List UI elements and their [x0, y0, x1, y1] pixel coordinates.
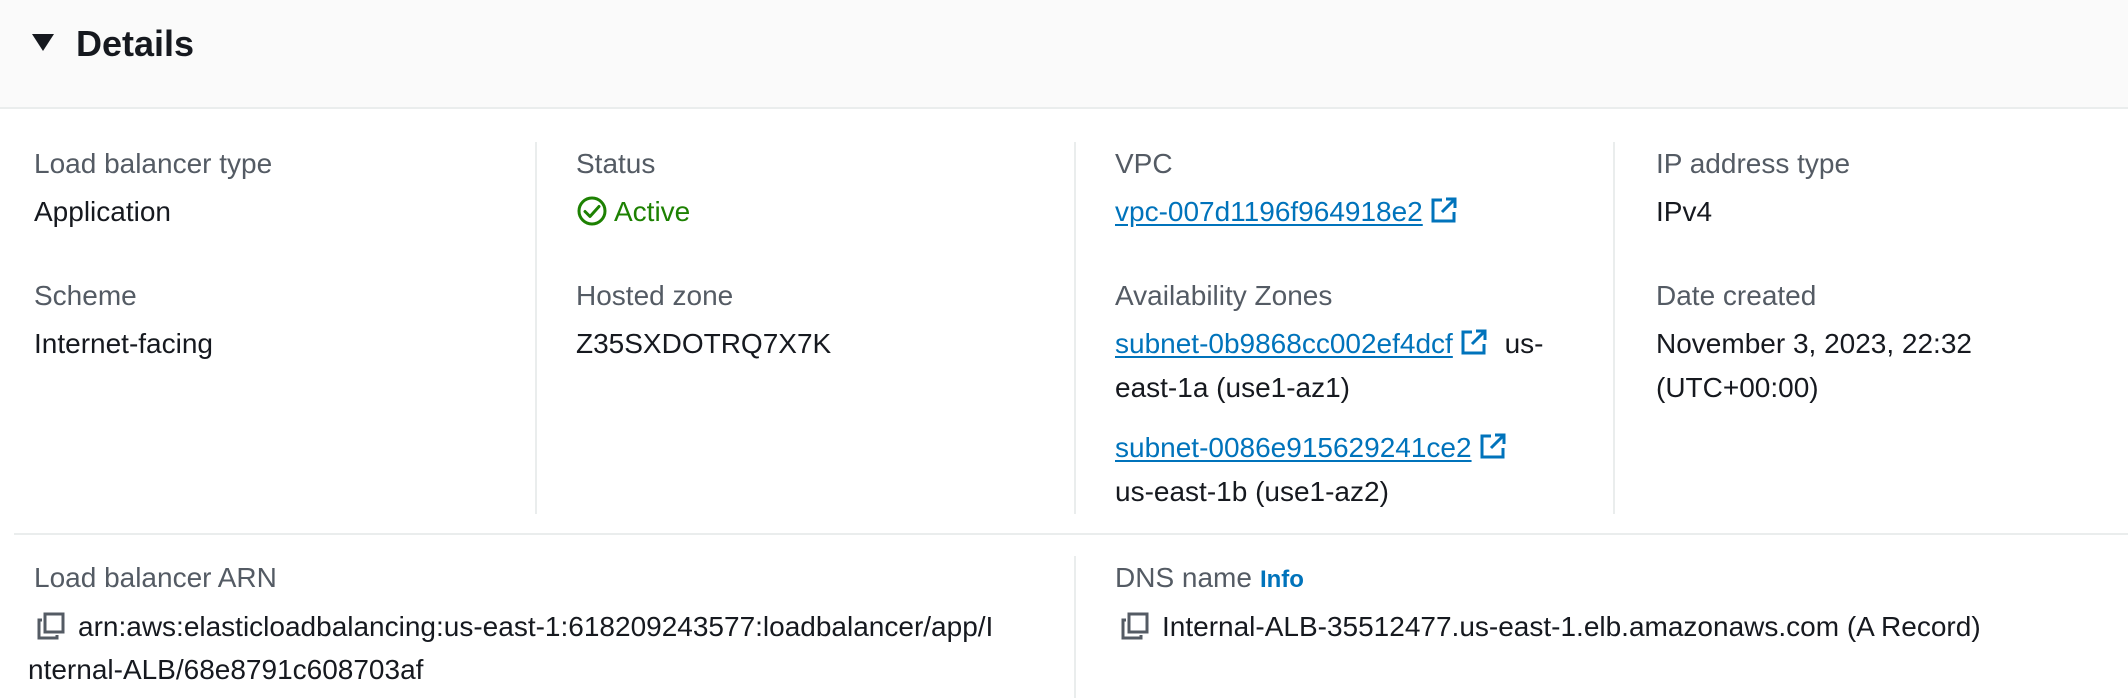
ip-type-label: IP address type [1656, 148, 1851, 179]
subnet-link-text: subnet-0086e915629241ce2 [1115, 432, 1472, 463]
az-item: subnet-0b9868cc002ef4dcf us- [1115, 322, 1544, 366]
dns-label-container: DNS name Info [1115, 560, 1304, 598]
arn-label: Load balancer ARN [34, 562, 277, 593]
az-zone-text: us- [1504, 328, 1544, 359]
az-zone-text: us-east-1b (use1-az2) [1115, 476, 1389, 507]
status-value: Active [614, 196, 691, 227]
vpc-link-container: vpc-007d1196f964918e2 [1115, 190, 1459, 234]
subnet-link[interactable]: subnet-0b9868cc002ef4dcf [1115, 328, 1489, 359]
arn-value: arn:aws:elasticloadbalancing:us-east-1:6… [36, 605, 993, 649]
subnet-link-text: subnet-0b9868cc002ef4dcf [1115, 328, 1453, 359]
hosted-zone-label: Hosted zone [576, 280, 734, 311]
caret-down-icon[interactable] [32, 34, 54, 51]
details-header[interactable]: Details [0, 0, 2128, 109]
row-divider [14, 533, 2128, 535]
column-divider [535, 142, 537, 514]
vpc-link-text: vpc-007d1196f964918e2 [1115, 196, 1423, 227]
hosted-zone-value: Z35SXDOTRQ7X7K [576, 328, 832, 359]
lb-type-label: Load balancer type [34, 148, 273, 179]
scheme-value: Internet-facing [34, 328, 213, 359]
date-created-timezone: (UTC+00:00) [1656, 372, 1819, 403]
check-circle-icon [577, 196, 607, 226]
column-divider [1074, 556, 1076, 698]
scheme-label: Scheme [34, 280, 137, 311]
az-zone-text: east-1a (use1-az1) [1115, 372, 1351, 403]
copy-icon[interactable] [1120, 611, 1150, 641]
dns-value: Internal-ALB-35512477.us-east-1.elb.amaz… [1120, 605, 1981, 649]
status-label: Status [576, 148, 656, 179]
arn-text: nternal-ALB/68e8791c608703af [28, 654, 424, 685]
availability-zones-label: Availability Zones [1115, 280, 1333, 311]
dns-text: Internal-ALB-35512477.us-east-1.elb.amaz… [1162, 611, 1981, 642]
date-created-label: Date created [1656, 280, 1817, 311]
column-divider [1613, 142, 1615, 514]
az-item: subnet-0086e915629241ce2 [1115, 426, 1508, 470]
info-link[interactable]: Info [1260, 566, 1304, 593]
arn-text: arn:aws:elasticloadbalancing:us-east-1:6… [78, 611, 994, 642]
lb-type-value: Application [34, 196, 171, 227]
vpc-link[interactable]: vpc-007d1196f964918e2 [1115, 196, 1459, 227]
section-title: Details [76, 23, 195, 64]
copy-icon[interactable] [36, 611, 66, 641]
vpc-label: VPC [1115, 148, 1173, 179]
subnet-link[interactable]: subnet-0086e915629241ce2 [1115, 432, 1508, 463]
status-indicator: Active [576, 190, 690, 234]
external-link-icon [1431, 197, 1457, 223]
ip-type-value: IPv4 [1656, 196, 1713, 227]
date-created-value: November 3, 2023, 22:32 [1656, 328, 1972, 359]
external-link-icon [1461, 329, 1487, 355]
external-link-icon [1480, 433, 1506, 459]
column-divider [1074, 142, 1076, 514]
dns-label: DNS name [1115, 562, 1252, 593]
